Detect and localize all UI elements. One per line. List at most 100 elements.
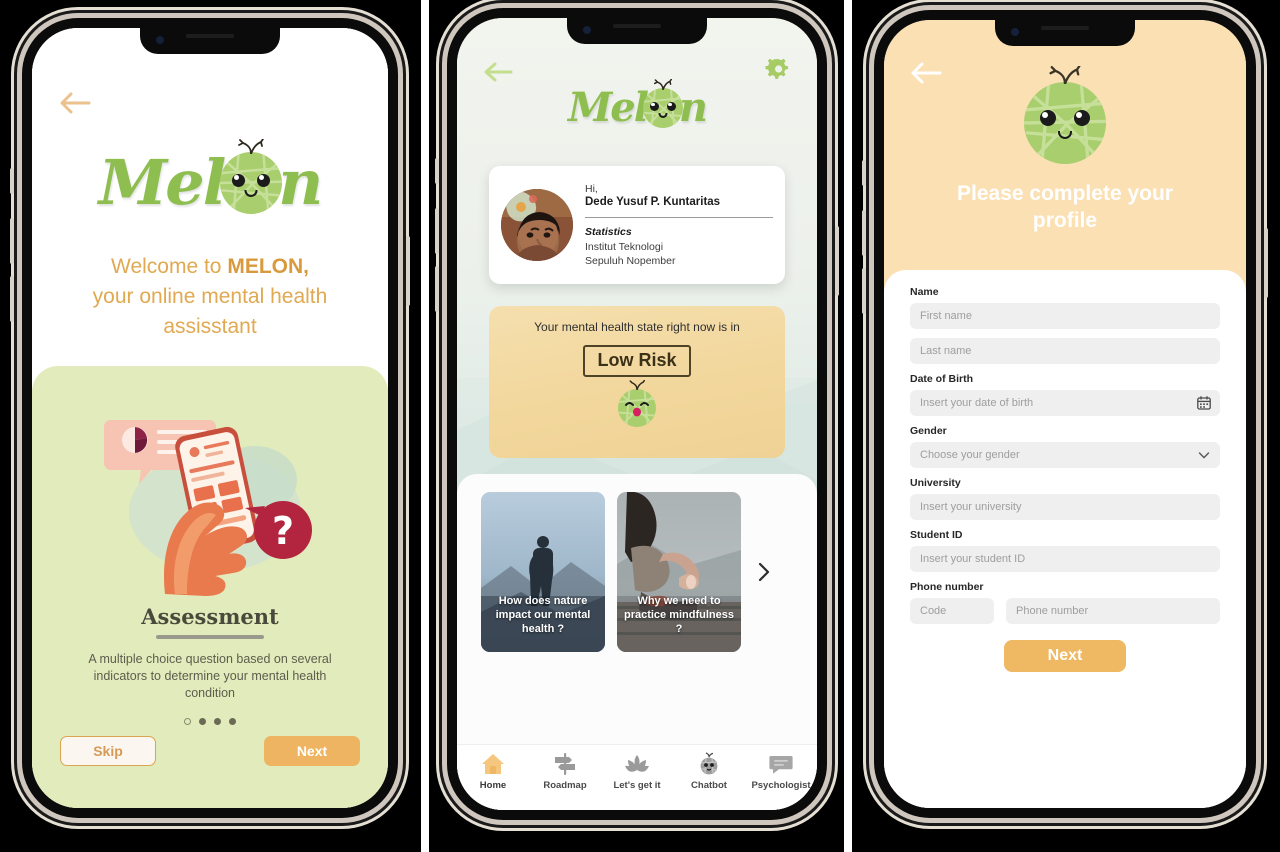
lotus-icon (624, 752, 650, 776)
happy-melon-icon (618, 380, 656, 432)
phone-volume-down-button-3 (862, 268, 866, 314)
phone-mute-switch-3 (862, 160, 866, 186)
university-input[interactable]: Insert your university (910, 494, 1220, 520)
next-button[interactable]: Next (264, 736, 360, 766)
phone-row: Code Phone number (910, 598, 1220, 624)
front-camera (156, 36, 164, 44)
tab-label: Psychologist (751, 780, 811, 791)
tab-label: Chatbot (691, 780, 727, 791)
chevron-down-icon[interactable] (1197, 448, 1211, 462)
phone-notch-1 (140, 28, 280, 54)
student-id-input[interactable]: Insert your student ID (910, 546, 1220, 572)
assessment-illustration: ? (95, 408, 325, 598)
title-underline (156, 635, 264, 639)
last-name-input[interactable]: Last name (910, 338, 1220, 364)
chevron-right-icon[interactable] (753, 561, 775, 583)
logo-text-right: n (278, 146, 323, 219)
risk-level-badge: Low Risk (583, 345, 691, 377)
onboarding-feature-card: ? Assessment A multiple choice question … (32, 366, 388, 808)
tab-label: Roadmap (543, 780, 587, 791)
panel-divider-1 (421, 0, 429, 852)
earpiece-speaker (186, 34, 234, 38)
phone-code-placeholder: Code (920, 605, 947, 617)
phone-code-input[interactable]: Code (910, 598, 994, 624)
tab-psychologist[interactable]: Psychologist (748, 752, 814, 791)
chat-bubble-icon (768, 752, 794, 776)
articles-carousel: How does nature impact our mental health… (481, 492, 807, 652)
tab-lets-get-it[interactable]: Let's get it (604, 752, 670, 791)
gear-icon[interactable] (765, 56, 791, 82)
logo-text-left: Mel (567, 84, 649, 131)
logo-text-right: n (678, 84, 708, 131)
pagination-dot-2[interactable] (199, 718, 206, 725)
back-arrow-icon[interactable] (58, 90, 92, 116)
field-label-university: University (910, 477, 961, 489)
phone-frame-2: Mel n Hi, Dede Yusuf P. Kuntaritas Stati… (435, 8, 839, 820)
university-placeholder: Insert your university (920, 501, 1022, 513)
onboarding-header: Mel n Welcome to MELON, your online ment… (32, 28, 388, 368)
melon-character-icon (1024, 66, 1106, 164)
phone-notch-2 (567, 18, 707, 44)
phone-volume-up-button-2 (435, 208, 439, 254)
profile-hero: Please complete your profile (884, 20, 1246, 270)
welcome-brand: MELON, (227, 255, 309, 278)
phone-power-button-2 (835, 226, 839, 296)
pagination-dot-1[interactable] (184, 718, 191, 725)
profile-card[interactable]: Hi, Dede Yusuf P. Kuntaritas Statistics … (489, 166, 785, 284)
calendar-icon[interactable] (1197, 396, 1211, 410)
phone-volume-down-button-2 (435, 266, 439, 312)
onboarding-actions: Skip Next (32, 736, 388, 766)
skip-button[interactable]: Skip (60, 736, 156, 766)
field-label-phone: Phone number (910, 581, 984, 593)
phone-volume-up-button-3 (862, 210, 866, 256)
tab-chatbot[interactable]: Chatbot (676, 752, 742, 791)
home-icon (480, 752, 506, 776)
mental-health-risk-card: Your mental health state right now is in… (489, 306, 785, 458)
pagination-dot-3[interactable] (214, 718, 221, 725)
back-arrow-icon[interactable] (483, 60, 513, 84)
article-card-1[interactable]: How does nature impact our mental health… (481, 492, 605, 652)
article-title: How does nature impact our mental health… (495, 595, 591, 635)
front-camera-3 (1011, 28, 1019, 36)
gender-placeholder: Choose your gender (920, 449, 1020, 461)
tab-roadmap[interactable]: Roadmap (532, 752, 598, 791)
tab-home[interactable]: Home (460, 752, 526, 791)
phone-number-placeholder: Phone number (1016, 605, 1089, 617)
logo-text-left: Mel (98, 146, 227, 219)
welcome-text: Welcome to MELON, your online mental hea… (56, 252, 364, 342)
welcome-prefix: Welcome to (111, 255, 228, 278)
next-button[interactable]: Next (1004, 640, 1126, 672)
phone-panel-profile-form: Please complete your profile Name First … (852, 0, 1280, 852)
phone-panel-onboarding: Mel n Welcome to MELON, your online ment… (0, 0, 421, 852)
field-label-gender: Gender (910, 425, 947, 437)
articles-section: How does nature impact our mental health… (457, 474, 817, 744)
first-name-placeholder: First name (920, 310, 972, 322)
profile-greeting: Hi, (585, 182, 598, 195)
melon-character-icon (642, 78, 683, 128)
phone-mute-switch-2 (435, 158, 439, 184)
profile-university: Institut Teknologi Sepuluh Nopember (585, 240, 676, 267)
pagination-dots (184, 718, 236, 725)
first-name-input[interactable]: First name (910, 303, 1220, 329)
tab-label: Home (479, 780, 507, 791)
phone-frame-3: Please complete your profile Name First … (862, 10, 1268, 818)
date-of-birth-input[interactable]: Insert your date of birth (910, 390, 1220, 416)
melon-bot-icon (696, 752, 722, 776)
phone-power-button (406, 236, 410, 306)
pagination-dot-4[interactable] (229, 718, 236, 725)
profile-divider (585, 216, 773, 218)
back-arrow-icon[interactable] (910, 60, 942, 86)
risk-caption: Your mental health state right now is in (534, 320, 740, 334)
phone-screen-2: Mel n Hi, Dede Yusuf P. Kuntaritas Stati… (457, 18, 817, 810)
feature-description: A multiple choice question based on seve… (88, 652, 332, 700)
phone-frame-1: Mel n Welcome to MELON, your online ment… (10, 18, 410, 818)
phone-screen-1: Mel n Welcome to MELON, your online ment… (32, 28, 388, 808)
field-label-dob: Date of Birth (910, 373, 973, 385)
article-card-2[interactable]: Why we need to practice mindfulness ? (617, 492, 741, 652)
gender-select[interactable]: Choose your gender (910, 442, 1220, 468)
phone-number-input[interactable]: Phone number (1006, 598, 1220, 624)
profile-major: Statistics (585, 225, 632, 238)
avatar (501, 189, 573, 261)
earpiece-speaker-2 (613, 24, 661, 28)
article-title: Why we need to practice mindfulness ? (623, 595, 735, 635)
